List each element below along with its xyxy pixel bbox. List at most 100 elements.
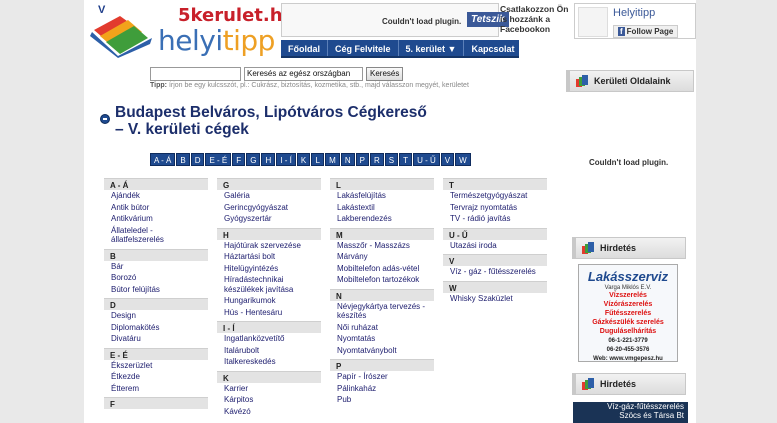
category-group-header: M	[330, 227, 434, 240]
category-link[interactable]: Kávézó	[217, 406, 321, 418]
category-group-header: K	[217, 370, 321, 383]
search-scope-select[interactable]: Keresés az egész országban	[244, 66, 363, 81]
search-input[interactable]	[150, 66, 241, 81]
ad-service: Vízszerelés	[609, 292, 647, 299]
category-link[interactable]: Papír - Írószer	[330, 371, 434, 383]
back-arrow-icon[interactable]	[100, 114, 110, 124]
follow-page-button[interactable]: f Follow Page	[613, 25, 679, 38]
letter-filter-button[interactable]: L	[311, 153, 325, 166]
category-link[interactable]: Antik bútor	[104, 202, 208, 214]
category-link[interactable]: Háztartási bolt	[217, 251, 321, 263]
category-link[interactable]: Tervrajz nyomtatás	[443, 202, 547, 214]
category-link[interactable]: Hitelügyintézés	[217, 263, 321, 275]
facebook-page-title[interactable]: Helyitipp	[613, 7, 655, 19]
category-link[interactable]: Diplomakötés	[104, 322, 208, 334]
category-group-header: D	[104, 298, 208, 310]
letter-filter-button[interactable]: F	[232, 153, 246, 166]
letter-filter-button[interactable]: T	[399, 153, 413, 166]
letter-filter-button[interactable]: A - Á	[150, 153, 176, 166]
facebook-page-card[interactable]: Helyitipp f Follow Page	[574, 3, 696, 39]
category-link[interactable]: Whisky Szaküzlet	[443, 293, 547, 305]
category-group-header: B	[104, 248, 208, 261]
letter-filter-button[interactable]: G	[246, 153, 261, 166]
category-link[interactable]: Masszőr - Masszázs	[330, 240, 434, 252]
category-link[interactable]: Mobiltelefon tartozékok	[330, 274, 434, 286]
category-group-header: N	[330, 288, 434, 301]
letter-filter-button[interactable]: P	[355, 153, 369, 166]
category-link[interactable]: Névjegykártya tervezés - készítés	[330, 301, 434, 322]
category-link[interactable]: Étterem	[104, 383, 208, 395]
category-link[interactable]: Bútor felújítás	[104, 284, 208, 296]
category-link[interactable]: Nyomtatás	[330, 333, 434, 345]
sidebar-box-title: Hirdetés	[600, 379, 637, 389]
category-link[interactable]: Pálinkaház	[330, 383, 434, 395]
site-logo[interactable]: V 5kerulet.hu helyitipp	[90, 2, 295, 60]
category-link[interactable]: Pub	[330, 394, 434, 406]
category-link[interactable]: Lakberendezés	[330, 213, 434, 225]
nav-home[interactable]: Főoldal	[281, 40, 328, 56]
ad-line: Víz-gáz-fűtésszerelés	[607, 402, 684, 411]
category-link[interactable]: Karrier	[217, 383, 321, 395]
category-link[interactable]: Női ruházat	[330, 322, 434, 334]
category-link[interactable]: Gyógyszertár	[217, 213, 321, 225]
letter-filter-button[interactable]: W	[455, 153, 471, 166]
letter-filter-button[interactable]: M	[325, 153, 340, 166]
page-title: Budapest Belváros, Lipótváros Cégkereső …	[115, 104, 427, 138]
letter-filter-button[interactable]: D	[190, 153, 205, 166]
nav-contact[interactable]: Kapcsolat	[464, 40, 521, 56]
category-link[interactable]: Állateledel - állatfelszerelés	[104, 225, 208, 246]
sidebar-box-ad: Hirdetés	[572, 237, 686, 259]
category-link[interactable]: Hungarikumok	[217, 295, 321, 307]
category-link[interactable]: Ingatlanközvetítő	[217, 333, 321, 345]
category-column: G Galéria Gerincgyógyászat Gyógyszertár H Haj…	[217, 178, 321, 417]
category-link[interactable]: Design	[104, 310, 208, 322]
heating-ad[interactable]: Víz-gáz-fűtésszerelés Szöcs és Társa Bt	[573, 402, 688, 423]
category-link[interactable]: Étkezde	[104, 371, 208, 383]
category-link[interactable]: Kárpitos	[217, 394, 321, 406]
category-link[interactable]: Ékszerüzlet	[104, 360, 208, 372]
category-link[interactable]: Utazási iroda	[443, 240, 547, 252]
letter-filter-button[interactable]: U - Ű	[413, 153, 440, 166]
category-link[interactable]: Italárubolt	[217, 345, 321, 357]
nav-add-company[interactable]: Cég Felvitele	[328, 40, 399, 56]
ad-line: Szöcs és Társa Bt	[619, 411, 684, 420]
category-link[interactable]: Lakásfelújítás	[330, 190, 434, 202]
lakasszerviz-ad[interactable]: Lakásszerviz Varga Miklós E.V. Vízszerel…	[578, 264, 678, 362]
category-link[interactable]: Hús - Hentesáru	[217, 307, 321, 319]
letter-filter-button[interactable]: N	[340, 153, 355, 166]
category-link[interactable]: Italkereskedés	[217, 356, 321, 368]
nav-district-dropdown[interactable]: 5. kerület ▼	[399, 40, 465, 56]
category-link[interactable]: Nyomtatványbolt	[330, 345, 434, 357]
letter-filter-button[interactable]: E - É	[205, 153, 232, 166]
category-link[interactable]: Ajándék	[104, 190, 208, 202]
category-link[interactable]: Mobiltelefon adás-vétel	[330, 263, 434, 275]
follow-label: Follow Page	[626, 27, 674, 36]
letter-filter-button[interactable]: H	[261, 153, 276, 166]
letter-filter-button[interactable]: R	[369, 153, 384, 166]
letter-filter-button[interactable]: I - Í	[276, 153, 296, 166]
category-link[interactable]: Borozó	[104, 272, 208, 284]
category-link[interactable]: Víz - gáz - fűtésszerelés	[443, 266, 547, 278]
category-group-header: A - Á	[104, 178, 208, 190]
alphabet-filter: A - ÁBDE - ÉFGHI - ÍKLMNPRSTU - ŰVW	[150, 153, 471, 166]
letter-filter-button[interactable]: B	[176, 153, 190, 166]
category-link[interactable]: Galéria	[217, 190, 321, 202]
search-button[interactable]: Keresés	[366, 66, 404, 81]
letter-filter-button[interactable]: V	[440, 153, 455, 166]
category-link[interactable]: Lakástextil	[330, 202, 434, 214]
category-link[interactable]: TV - rádió javítás	[443, 213, 547, 225]
logo-domain: 5kerulet.hu	[178, 5, 296, 26]
category-link[interactable]: Híradástechnikai készülékek javítása	[217, 274, 321, 295]
category-link[interactable]: Antikvárium	[104, 213, 208, 225]
letter-filter-button[interactable]: K	[296, 153, 311, 166]
letter-filter-button[interactable]: S	[384, 153, 399, 166]
logo-district-letter: V	[98, 4, 106, 16]
search-tip: Tipp: írjon be egy kulcsszót, pl.: Cukrá…	[150, 82, 469, 89]
category-link[interactable]: Hajótúrak szervezése	[217, 240, 321, 252]
category-link[interactable]: Természetgyógyászat	[443, 190, 547, 202]
category-link[interactable]: Bár	[104, 261, 208, 273]
category-link[interactable]: Divatáru	[104, 333, 208, 345]
category-link[interactable]: Márvány	[330, 251, 434, 263]
category-link[interactable]: Gerincgyógyászat	[217, 202, 321, 214]
sidebar-plugin-error: Couldn't load plugin.	[589, 158, 669, 167]
